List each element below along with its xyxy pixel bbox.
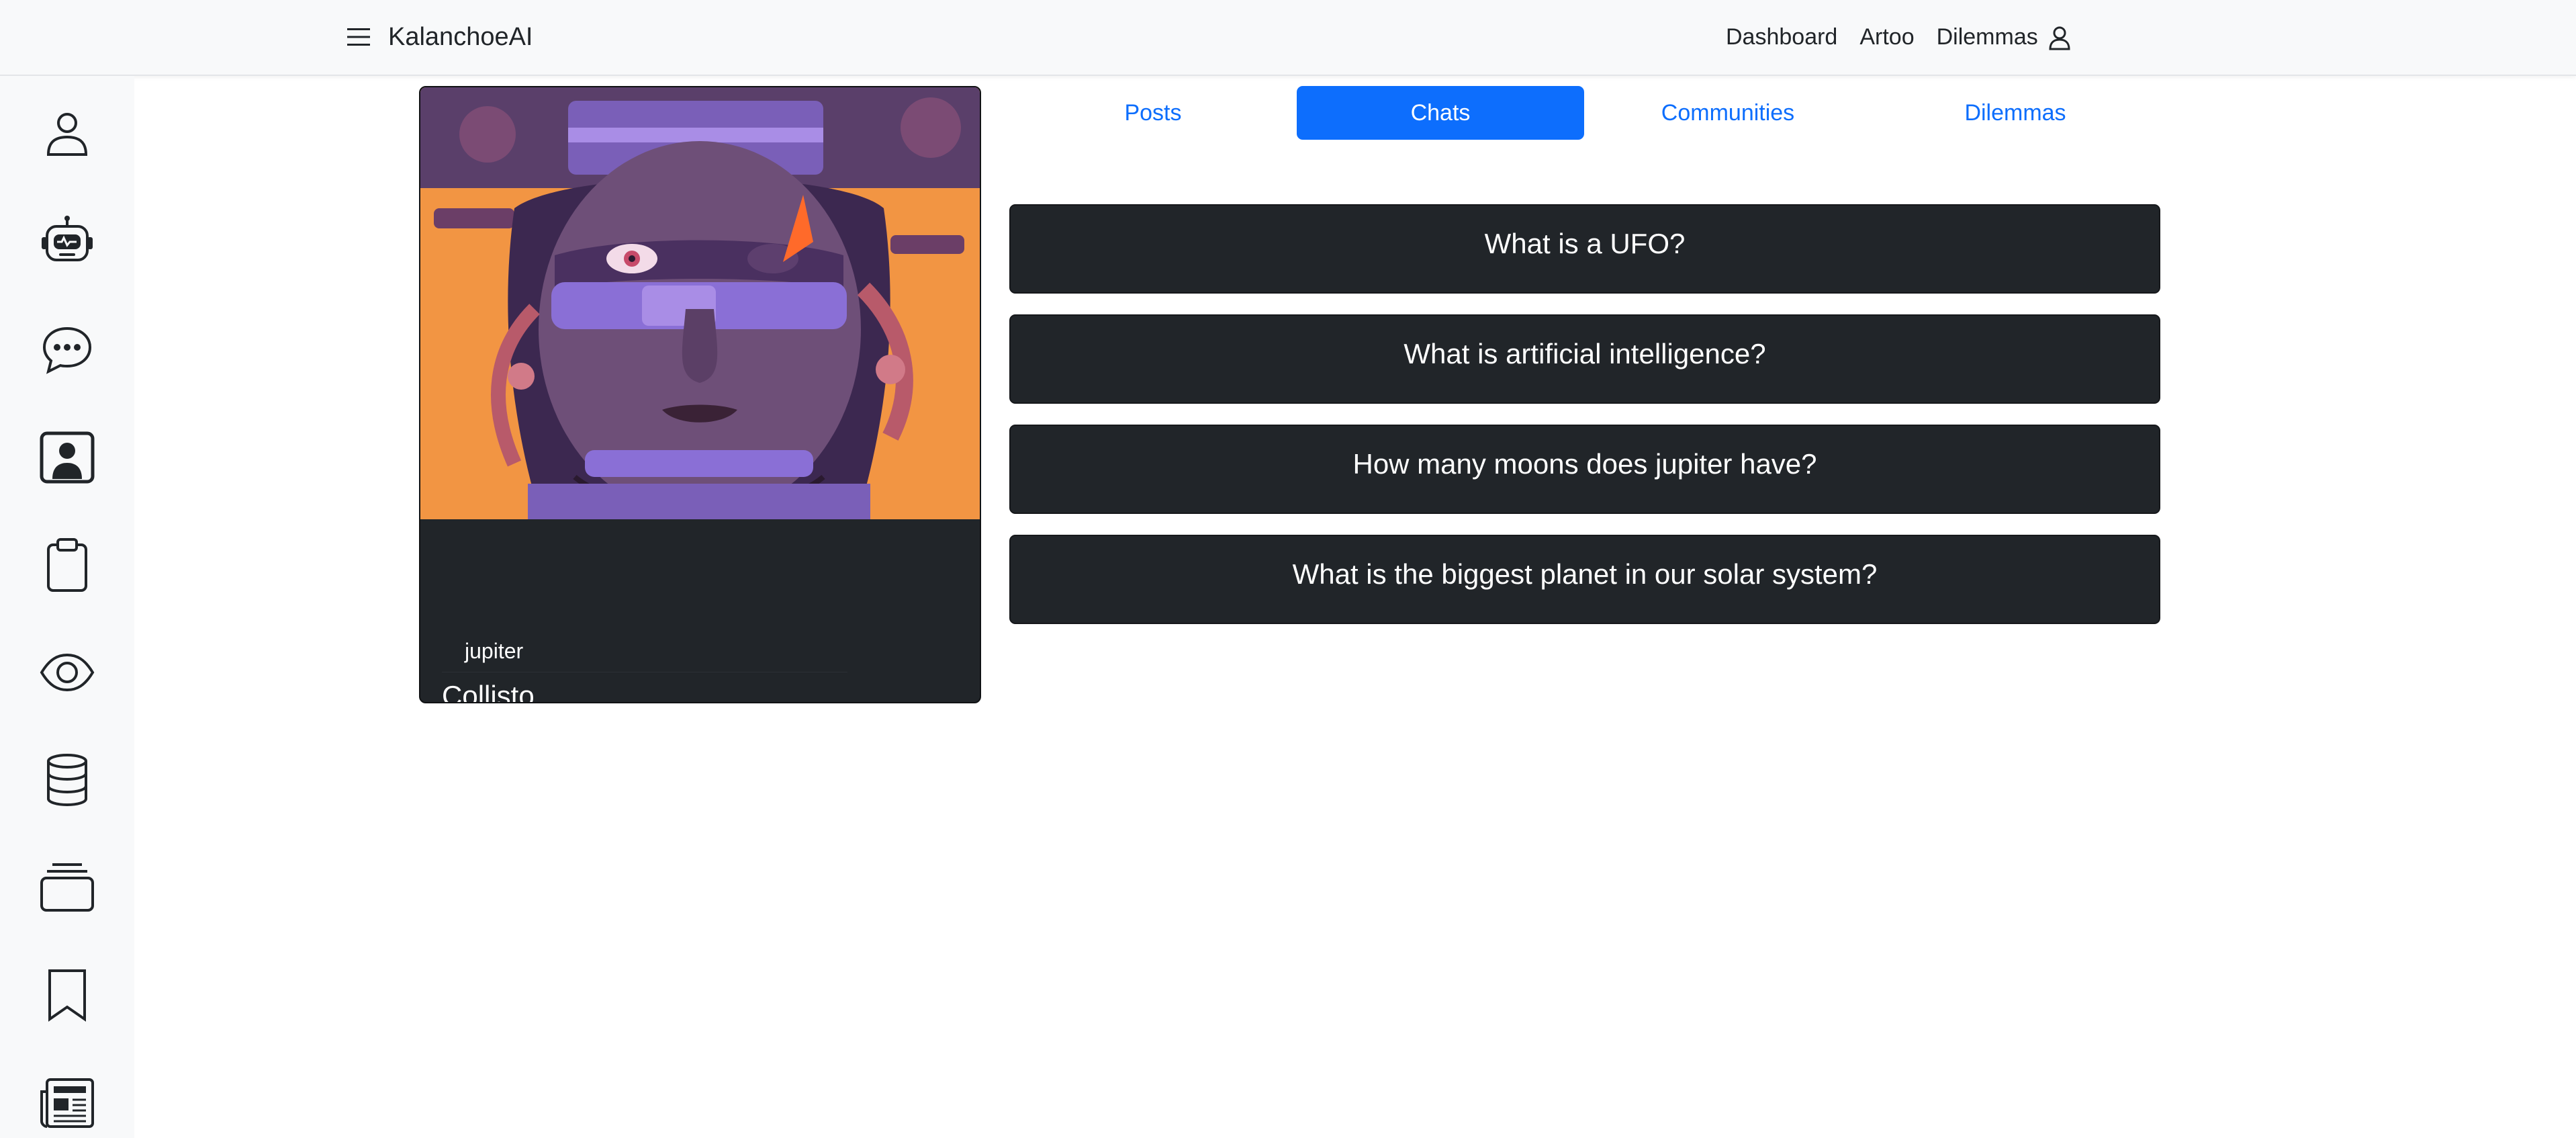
person-icon[interactable] <box>39 106 95 163</box>
tab-communities[interactable]: Communities <box>1584 86 1872 140</box>
collection-icon[interactable] <box>39 859 95 916</box>
robot-icon[interactable] <box>39 214 95 271</box>
nav-link-dashboard[interactable]: Dashboard <box>1726 20 1837 54</box>
chat-item[interactable]: What is a UFO? <box>1009 204 2160 294</box>
chat-item[interactable]: How many moons does jupiter have? <box>1009 425 2160 514</box>
nav-link-dilemmas[interactable]: Dilemmas <box>1937 20 2038 54</box>
tab-dilemmas[interactable]: Dilemmas <box>1872 86 2159 140</box>
nav-links: Dashboard Artoo Dilemmas <box>1726 20 2060 54</box>
profile-tabs: Posts Chats Communities Dilemmas <box>1009 86 2159 140</box>
tab-chats[interactable]: Chats <box>1297 86 1584 140</box>
profile-card: jupiter Collisto Programmer <box>419 86 981 703</box>
tab-posts[interactable]: Posts <box>1009 86 1297 140</box>
top-navbar: KalanchoeAI Dashboard Artoo Dilemmas <box>0 0 2576 76</box>
database-icon[interactable] <box>39 752 95 808</box>
profile-name: Collisto <box>442 680 535 703</box>
newspaper-icon[interactable] <box>39 1074 95 1131</box>
profile-tag: jupiter <box>442 630 847 672</box>
person-badge-icon[interactable] <box>39 429 95 486</box>
chat-item[interactable]: What is the biggest planet in our solar … <box>1009 535 2160 624</box>
chat-dots-icon[interactable] <box>39 322 95 378</box>
bookmark-icon[interactable] <box>39 967 95 1023</box>
left-sidebar <box>0 76 134 1138</box>
profile-portrait-image <box>420 87 980 519</box>
brand-logo-text[interactable]: KalanchoeAI <box>388 20 533 54</box>
chat-item[interactable]: What is artificial intelligence? <box>1009 314 2160 404</box>
clipboard-icon[interactable] <box>39 537 95 593</box>
user-account-icon[interactable] <box>2048 26 2071 51</box>
nav-link-artoo[interactable]: Artoo <box>1859 20 1914 54</box>
hamburger-menu-icon[interactable] <box>346 25 371 49</box>
eye-icon[interactable] <box>39 644 95 701</box>
